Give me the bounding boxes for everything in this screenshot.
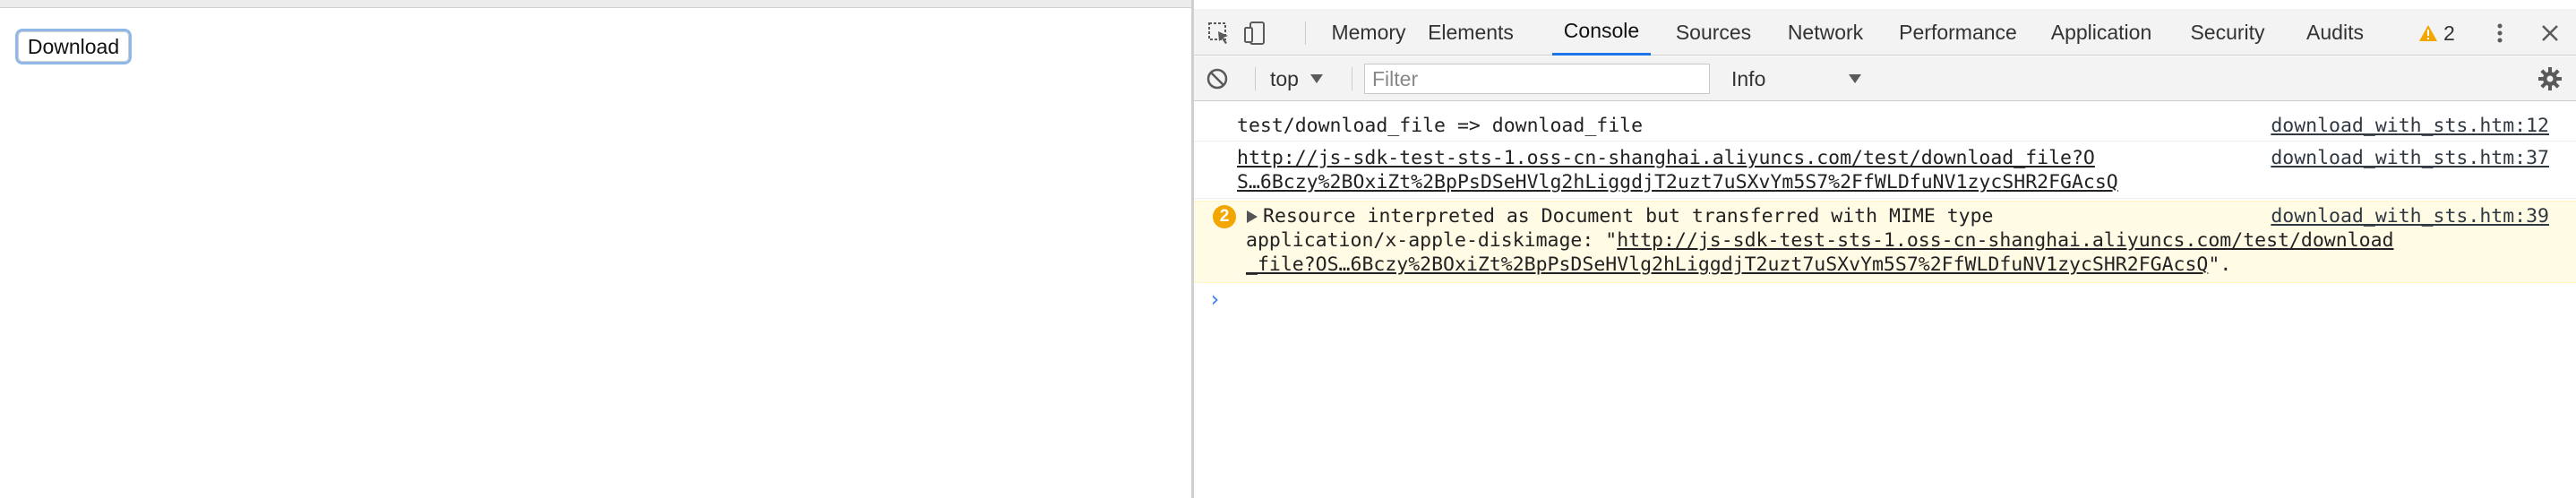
device-toolbar-icon[interactable] xyxy=(1239,18,1271,48)
tab-network[interactable]: Network xyxy=(1781,9,1870,56)
url-link[interactable]: http://js-sdk-test-sts-1.oss-cn-shanghai… xyxy=(1617,229,2393,252)
source-link[interactable]: download_with_sts.htm:37 xyxy=(2271,146,2549,171)
tabbar-separator xyxy=(1305,21,1306,45)
expand-triangle-icon[interactable] xyxy=(1246,210,1258,224)
inspect-element-icon[interactable] xyxy=(1203,18,1235,48)
console-warning-message: 2 Resource interpreted as Document but t… xyxy=(1194,201,2576,283)
devtools-tabbar: Memory Elements Console Sources Network … xyxy=(1194,9,2576,56)
source-link[interactable]: download_with_sts.htm:12 xyxy=(2271,114,2549,139)
repeat-count-badge: 2 xyxy=(1213,205,1236,228)
console-settings-gear-icon[interactable] xyxy=(2534,64,2566,94)
warnings-count: 2 xyxy=(2443,21,2455,45)
log-level-value: Info xyxy=(1731,66,1766,90)
tab-audits[interactable]: Audits xyxy=(2299,9,2371,56)
url-link[interactable]: S…6Bczy%2BOxiZt%2BpPsDSeHVlg2hLiggdjT2uz… xyxy=(1237,170,2118,195)
log-text: test/download_file => download_file xyxy=(1237,115,1644,137)
download-button[interactable]: Download xyxy=(15,29,132,64)
tab-memory[interactable]: Memory xyxy=(1319,9,1418,56)
tab-sources[interactable]: Sources xyxy=(1669,9,1758,56)
more-options-icon[interactable] xyxy=(2484,18,2516,48)
console-message: test/download_file => download_file down… xyxy=(1194,111,2576,142)
context-selector[interactable]: top xyxy=(1270,64,1324,93)
clear-console-icon[interactable] xyxy=(1201,64,1233,94)
warning-icon xyxy=(2419,25,2437,41)
warning-line: application/x-apple-diskimage: "http://j… xyxy=(1246,228,2393,253)
warning-line: _file?OS…6Bczy%2BOxiZt%2BpPsDSeHVlg2hLig… xyxy=(1246,253,2231,278)
page-area: Download xyxy=(0,9,1191,498)
tab-security[interactable]: Security xyxy=(2183,9,2272,56)
console-output: test/download_file => download_file down… xyxy=(1194,102,2576,498)
toolbar-separator xyxy=(1255,67,1256,90)
warning-text: Resource interpreted as Document but tra… xyxy=(1263,205,1994,228)
context-value: top xyxy=(1270,66,1299,90)
tab-console[interactable]: Console xyxy=(1552,9,1651,56)
url-link[interactable]: _file?OS…6Bczy%2BOxiZt%2BpPsDSeHVlg2hLig… xyxy=(1246,253,2208,276)
console-prompt-chevron-icon[interactable]: › xyxy=(1208,287,1221,312)
dropdown-arrow-icon xyxy=(1309,74,1323,83)
warning-text: application/x-apple-diskimage: " xyxy=(1246,229,1618,252)
url-link[interactable]: http://js-sdk-test-sts-1.oss-cn-shanghai… xyxy=(1237,146,2095,171)
warnings-counter[interactable]: 2 xyxy=(2418,18,2455,48)
devtools-panel: Memory Elements Console Sources Network … xyxy=(1194,0,2576,498)
dropdown-arrow-icon xyxy=(1849,74,1861,83)
tab-application[interactable]: Application xyxy=(2043,9,2160,56)
source-link[interactable]: download_with_sts.htm:39 xyxy=(2271,204,2549,229)
filter-input[interactable] xyxy=(1364,64,1710,94)
console-toolbar: top Info xyxy=(1194,56,2576,101)
tab-elements[interactable]: Elements xyxy=(1420,9,1522,56)
warning-text: ". xyxy=(2208,253,2232,276)
close-devtools-icon[interactable] xyxy=(2534,18,2566,48)
tab-performance[interactable]: Performance xyxy=(1895,9,2021,56)
log-level-selector[interactable]: Info xyxy=(1722,64,1866,93)
console-message: http://js-sdk-test-sts-1.oss-cn-shanghai… xyxy=(1194,143,2576,199)
